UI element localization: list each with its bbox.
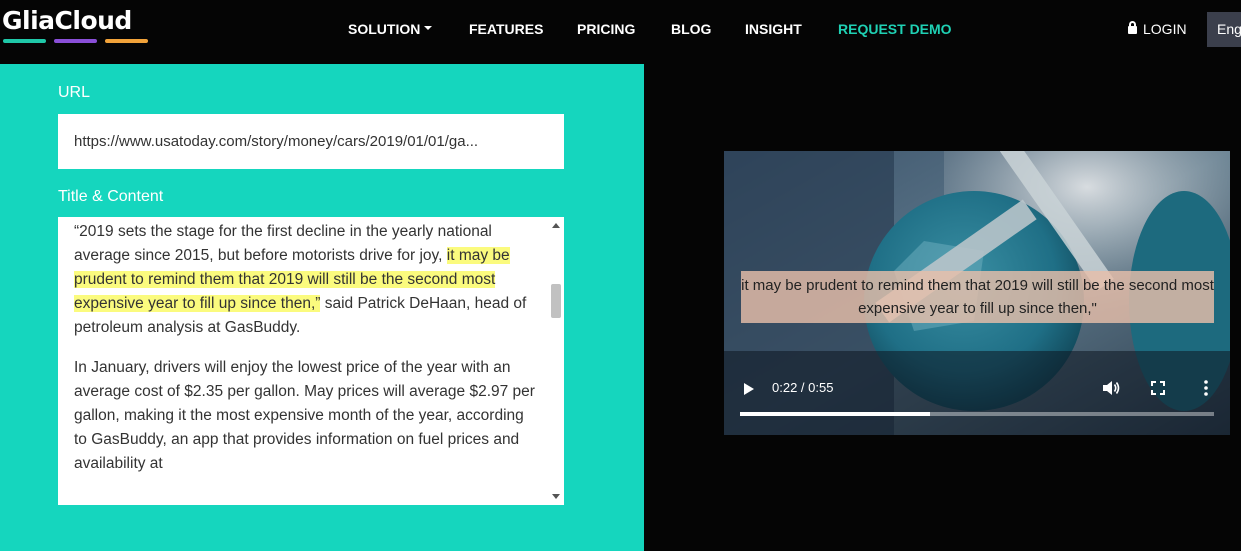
volume-icon[interactable] (1100, 377, 1122, 399)
url-input[interactable]: https://www.usatoday.com/story/money/car… (58, 114, 564, 169)
video-player[interactable]: it may be prudent to remind them that 20… (724, 151, 1230, 435)
brand-name: GliaCloud (2, 6, 132, 35)
content-paragraph: “2019 sets the stage for the first decli… (74, 220, 536, 340)
login-label: LOGIN (1143, 21, 1187, 37)
chevron-down-icon (424, 26, 433, 31)
video-progress-bar[interactable] (740, 412, 1214, 416)
lock-icon (1128, 21, 1137, 34)
brand-color-bars (3, 39, 153, 44)
brand-logo[interactable]: GliaCloud (2, 6, 148, 43)
content-label: Title & Content (58, 188, 164, 205)
nav-request-demo[interactable]: REQUEST DEMO (838, 20, 952, 38)
more-options-icon[interactable] (1195, 377, 1217, 399)
brand-bar-teal (3, 39, 46, 43)
content-paragraph: In January, drivers will enjoy the lowes… (74, 359, 535, 472)
content-textarea[interactable]: “2019 sets the stage for the first decli… (58, 217, 564, 505)
paragraph-text: “2019 sets the stage for the first decli… (74, 223, 492, 264)
video-controls: 0:22 / 0:55 (724, 369, 1230, 435)
nav-blog[interactable]: BLOG (671, 20, 711, 38)
play-icon[interactable] (744, 383, 754, 395)
time-display: 0:22 / 0:55 (772, 380, 834, 395)
nav-features[interactable]: FEATURES (469, 20, 543, 38)
brand-bar-purple (54, 39, 97, 43)
content-text: “2019 sets the stage for the first decli… (74, 220, 536, 492)
scrollbar-thumb[interactable] (551, 284, 561, 318)
top-nav: GliaCloud SOLUTION FEATURES PRICING BLOG… (0, 0, 1241, 64)
language-selector[interactable]: Eng (1207, 12, 1241, 47)
brand-bar-orange (105, 39, 148, 43)
nav-solution[interactable]: SOLUTION (348, 20, 433, 38)
scroll-down-arrow-icon[interactable] (552, 494, 560, 499)
nav-pricing[interactable]: PRICING (577, 20, 635, 38)
scroll-up-arrow-icon[interactable] (552, 223, 560, 228)
login-link[interactable]: LOGIN (1128, 20, 1187, 38)
url-label: URL (58, 84, 91, 101)
nav-solution-label: SOLUTION (348, 21, 421, 37)
input-panel: URL https://www.usatoday.com/story/money… (0, 64, 644, 551)
fullscreen-icon[interactable] (1147, 377, 1169, 399)
video-caption: it may be prudent to remind them that 20… (741, 271, 1214, 323)
video-progress-fill (740, 412, 930, 416)
content-scrollbar[interactable] (548, 217, 564, 505)
nav-insight[interactable]: INSIGHT (745, 20, 802, 38)
